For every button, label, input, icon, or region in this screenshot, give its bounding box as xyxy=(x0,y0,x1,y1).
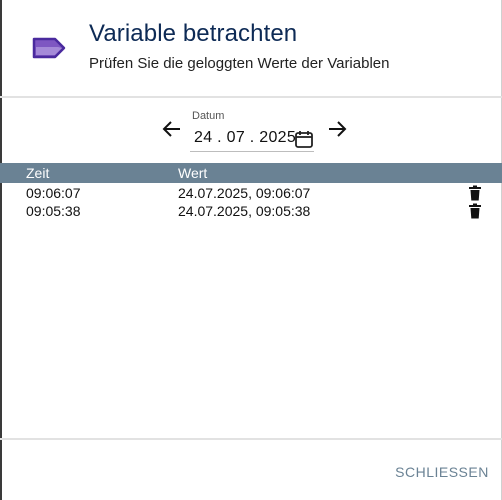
cell-zeit: 09:06:07 xyxy=(26,185,81,201)
footer-divider xyxy=(0,438,502,440)
cell-zeit: 09:05:38 xyxy=(26,203,81,219)
column-header-zeit: Zeit xyxy=(26,165,50,181)
calendar-icon[interactable] xyxy=(294,129,314,149)
close-button[interactable]: SCHLIESSEN xyxy=(390,458,494,486)
label-tag-icon xyxy=(32,37,66,59)
date-label: Datum xyxy=(192,110,225,122)
values-table: Zeit Wert 09:06:07 24.07.2025, 09:06:07 … xyxy=(0,163,502,219)
dialog-title: Variable betrachten xyxy=(89,20,298,47)
trash-icon[interactable] xyxy=(468,185,482,201)
trash-icon[interactable] xyxy=(468,203,482,219)
table-header: Zeit Wert xyxy=(0,163,502,183)
cell-wert: 24.07.2025, 09:06:07 xyxy=(178,185,311,201)
date-input[interactable]: 24 . 07 . 2025 xyxy=(194,129,296,147)
dialog-subtitle: Prüfen Sie die geloggten Werte der Varia… xyxy=(89,55,390,72)
cell-wert: 24.07.2025, 09:05:38 xyxy=(178,203,311,219)
table-row: 09:06:07 24.07.2025, 09:06:07 xyxy=(0,183,502,201)
date-field[interactable]: Datum 24 . 07 . 2025 xyxy=(190,108,318,152)
date-underline xyxy=(190,151,314,152)
column-header-wert: Wert xyxy=(178,165,208,181)
arrow-right-icon[interactable] xyxy=(325,117,349,141)
dialog-header: Variable betrachten Prüfen Sie die gelog… xyxy=(0,0,502,96)
arrow-left-icon[interactable] xyxy=(160,117,184,141)
header-divider xyxy=(0,96,502,98)
table-row: 09:05:38 24.07.2025, 09:05:38 xyxy=(0,201,502,219)
